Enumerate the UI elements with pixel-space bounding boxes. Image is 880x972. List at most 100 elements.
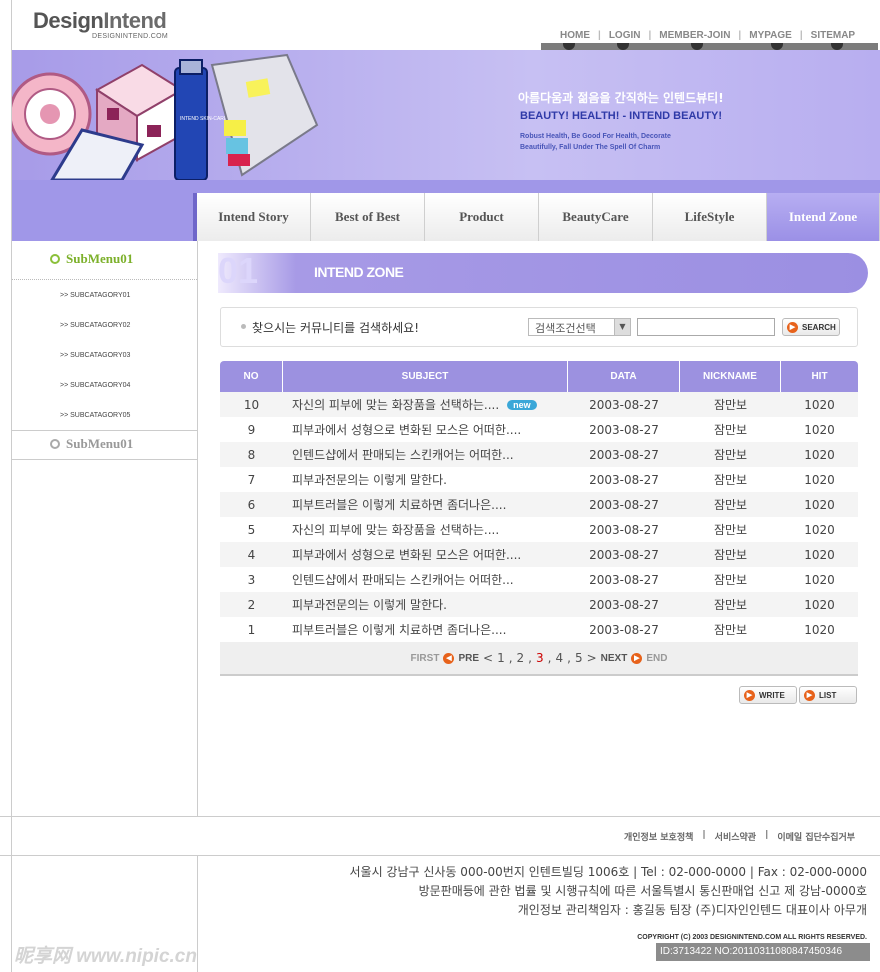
write-button[interactable]: ▶ WRITE [739,686,797,704]
submenu-label: SubMenu01 [66,251,134,266]
cell-no: 3 [247,572,256,587]
search-condition-select[interactable]: 검색조건선택 ▼ [528,318,631,336]
page-4[interactable]: 4 [555,651,563,665]
cell-no: 1 [247,622,256,637]
table-row[interactable]: 6 피부트러블은 이렇게 치료하면 좀더나은.... 2003-08-27 잠만… [220,492,858,517]
sidebar-subcategory-03[interactable]: >> SUBCATAGORY03 [60,352,130,359]
privacy-officer: 개인정보 관리책임자 : 홍길동 팀장 (주)디자인인텐드 대표이사 아무개 [517,903,867,917]
page-5[interactable]: 5 [575,651,583,665]
circle-icon [50,254,60,264]
section-number: 01 [218,250,259,291]
logo-text-a: Design [33,8,104,33]
topnav-mypage[interactable]: MYPAGE [741,30,800,41]
pager-comma: , [547,651,552,665]
column-header-no[interactable]: NO [220,361,283,392]
cell-subject[interactable]: 인텐드샵에서 판매되는 스킨캐어는 어떠한... [283,571,568,588]
sidebar-subcategory-02[interactable]: >> SUBCATAGORY02 [60,322,130,329]
image-id-label: ID:3713422 NO:20110311080847450346 [656,943,870,961]
footer-links: 개인정보 보호정책 | 서비스약관 | 이메일 집단수집거부 [624,830,855,843]
table-row[interactable]: 9 피부과에서 성형으로 변화된 모스은 어떠한.... 2003-08-27 … [220,417,858,442]
cell-hit: 1020 [804,472,835,487]
cell-hit: 1020 [804,397,835,412]
list-button[interactable]: ▶ LIST [799,686,857,704]
site-logo[interactable]: DesignIntend [33,8,167,34]
cell-no: 8 [247,447,256,462]
page-1[interactable]: 1 [497,651,505,665]
topnav-login[interactable]: LOGIN [601,30,649,41]
pager-pre[interactable]: PRE [458,653,479,664]
topnav-sitemap[interactable]: SITEMAP [803,30,863,41]
divider [12,430,197,431]
pager-next[interactable]: NEXT [601,653,628,664]
banner-tagline: Robust Health, Be Good For Health, Decor… [520,131,720,153]
pager-comma: , [528,651,532,665]
sidebar-subcategory-01[interactable]: >> SUBCATAGORY01 [60,292,130,299]
table-row[interactable]: 8 인텐드샵에서 판매되는 스킨캐어는 어떠한... 2003-08-27 잠만… [220,442,858,467]
cell-subject[interactable]: 피부과전문의는 이렇게 말한다. [283,596,568,613]
column-header-subject[interactable]: SUBJECT [283,361,568,392]
page-2[interactable]: 2 [517,651,525,665]
table-row[interactable]: 4 피부과에서 성형으로 변화된 모스은 어떠한.... 2003-08-27 … [220,542,858,567]
cell-nickname: 잠만보 [713,523,748,537]
cell-subject[interactable]: 피부트러블은 이렇게 치료하면 좀더나은.... [283,621,568,638]
pager-end[interactable]: END [646,653,667,664]
cell-nickname: 잠만보 [713,548,748,562]
nav-best-of-best[interactable]: Best of Best [311,193,425,241]
subject-link[interactable]: 자신의 피부에 맞는 화장품을 선택하는.... [292,398,499,412]
footer-separator: | [765,830,769,840]
page-title: INTEND ZONE [314,264,404,280]
pager-first[interactable]: FIRST [411,653,440,664]
arrow-left-icon[interactable]: ◀ [443,652,455,664]
table-row[interactable]: 1 피부트러블은 이렇게 치료하면 좀더나은.... 2003-08-27 잠만… [220,617,858,642]
pager-comma: , [508,651,513,665]
cell-nickname: 잠만보 [713,598,748,612]
cell-date: 2003-08-27 [589,497,659,512]
nav-product[interactable]: Product [425,193,539,241]
arrow-right-icon[interactable]: ▶ [631,652,643,664]
table-row[interactable]: 5 자신의 피부에 맞는 화장품을 선택하는.... 2003-08-27 잠만… [220,517,858,542]
cell-subject[interactable]: 피부과에서 성형으로 변화된 모스은 어떠한.... [283,546,568,563]
pager-comma: , [567,651,571,665]
footer-vertical-divider [197,856,198,972]
cell-subject[interactable]: 인텐드샵에서 판매되는 스킨캐어는 어떠한... [283,446,568,463]
cell-date: 2003-08-27 [589,597,659,612]
footer-link-terms[interactable]: 서비스약관 [715,830,756,843]
arrow-right-icon: ▶ [787,321,798,333]
search-button[interactable]: ▶ SEARCH [782,318,840,336]
topnav-home[interactable]: HOME [552,30,598,41]
search-input[interactable] [637,318,775,336]
page-3-current[interactable]: 3 [536,651,544,665]
cell-nickname: 잠만보 [713,423,748,437]
footer-link-email-refusal[interactable]: 이메일 집단수집거부 [777,830,855,843]
cell-date: 2003-08-27 [589,622,659,637]
cell-hit: 1020 [804,597,835,612]
sidebar-submenu-2[interactable]: SubMenu01 [50,436,133,452]
nav-intend-zone[interactable]: Intend Zone [767,193,880,241]
cell-subject[interactable]: 피부과에서 성형으로 변화된 모스은 어떠한.... [283,421,568,438]
table-row[interactable]: 3 인텐드샵에서 판매되는 스킨캐어는 어떠한... 2003-08-27 잠만… [220,567,858,592]
table-row[interactable]: 7 피부과전문의는 이렇게 말한다. 2003-08-27 잠만보 1020 [220,467,858,492]
footer-link-privacy[interactable]: 개인정보 보호정책 [624,830,693,843]
table-row[interactable]: 2 피부과전문의는 이렇게 말한다. 2003-08-27 잠만보 1020 [220,592,858,617]
business-registration: 방문판매등에 관한 법률 및 시행규칙에 따른 서울특별시 통신판매업 신고 제… [418,884,867,898]
sidebar-subcategory-05[interactable]: >> SUBCATAGORY05 [60,412,130,419]
nav-intend-story[interactable]: Intend Story [197,193,311,241]
topnav-member-join[interactable]: MEMBER-JOIN [651,30,738,41]
watermark: 昵享网 www.nipic.cn [14,946,197,967]
logo-text-b: Intend [103,8,167,33]
cell-subject[interactable]: 자신의 피부에 맞는 화장품을 선택하는.... [283,521,568,538]
nav-beautycare[interactable]: BeautyCare [539,193,653,241]
nav-lifestyle[interactable]: LifeStyle [653,193,767,241]
table-header: NO SUBJECT DATA NICKNAME HIT [220,361,858,392]
column-header-hit[interactable]: HIT [781,361,858,392]
cell-subject[interactable]: 자신의 피부에 맞는 화장품을 선택하는.... new [283,396,568,413]
sidebar-subcategory-04[interactable]: >> SUBCATAGORY04 [60,382,130,389]
top-navigation: HOME | LOGIN | MEMBER-JOIN | MYPAGE | SITEMA… [552,30,863,41]
cell-hit: 1020 [804,447,835,462]
cell-subject[interactable]: 피부과전문의는 이렇게 말한다. [283,471,568,488]
column-header-nickname[interactable]: NICKNAME [680,361,781,392]
sidebar-submenu-1[interactable]: SubMenu01 [50,251,133,267]
column-header-date[interactable]: DATA [568,361,680,392]
cell-subject[interactable]: 피부트러블은 이렇게 치료하면 좀더나은.... [283,496,568,513]
table-row[interactable]: 10 자신의 피부에 맞는 화장품을 선택하는.... new 2003-08-2… [220,392,858,417]
